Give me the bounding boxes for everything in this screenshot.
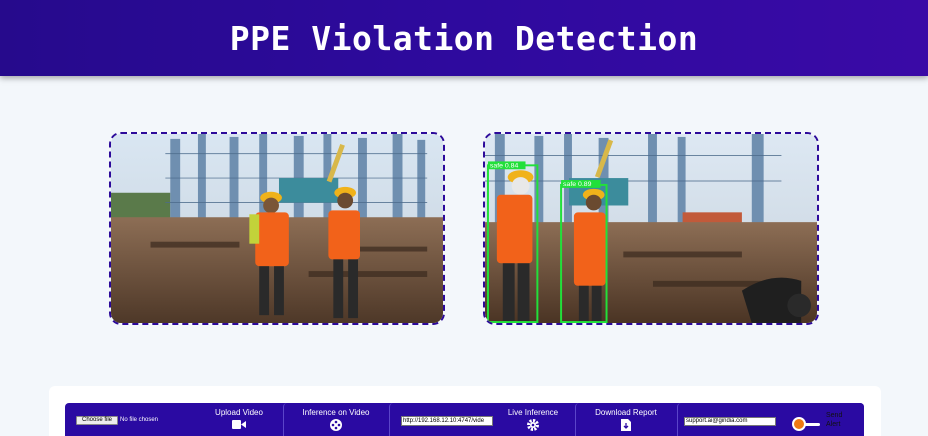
download-report-button[interactable]: Download Report (590, 408, 662, 417)
choose-file-button[interactable]: Choose file (76, 416, 118, 425)
alert-toggle[interactable] (792, 417, 806, 431)
upload-video-button[interactable]: Upload Video (206, 408, 272, 417)
live-inference-button[interactable]: Live Inference (500, 408, 566, 417)
download-file-icon[interactable] (621, 419, 631, 431)
file-status: No file chosen (120, 417, 159, 423)
film-reel-icon[interactable] (330, 419, 342, 431)
site-photo-icon (111, 134, 443, 323)
gear-icon[interactable] (527, 419, 539, 431)
video-camera-icon[interactable] (232, 420, 246, 429)
inference-video-button[interactable]: Inference on Video (296, 408, 376, 417)
detection-label: safe 0.89 (563, 181, 592, 188)
page-header: PPE Violation Detection (0, 0, 928, 76)
detection-label: safe 0.84 (490, 162, 519, 169)
detection-photo-icon: safe 0.84 safe 0.89 (485, 134, 817, 323)
output-image-frame: safe 0.84 safe 0.89 (483, 132, 819, 325)
input-image-frame (109, 132, 445, 325)
page-title: PPE Violation Detection (229, 18, 699, 58)
stream-url-input[interactable]: http://192.168.12.10:4747/vide (401, 416, 493, 426)
send-alert-label: Send Alert (826, 412, 843, 428)
email-field[interactable]: support.ai@gindia.com (684, 417, 776, 426)
